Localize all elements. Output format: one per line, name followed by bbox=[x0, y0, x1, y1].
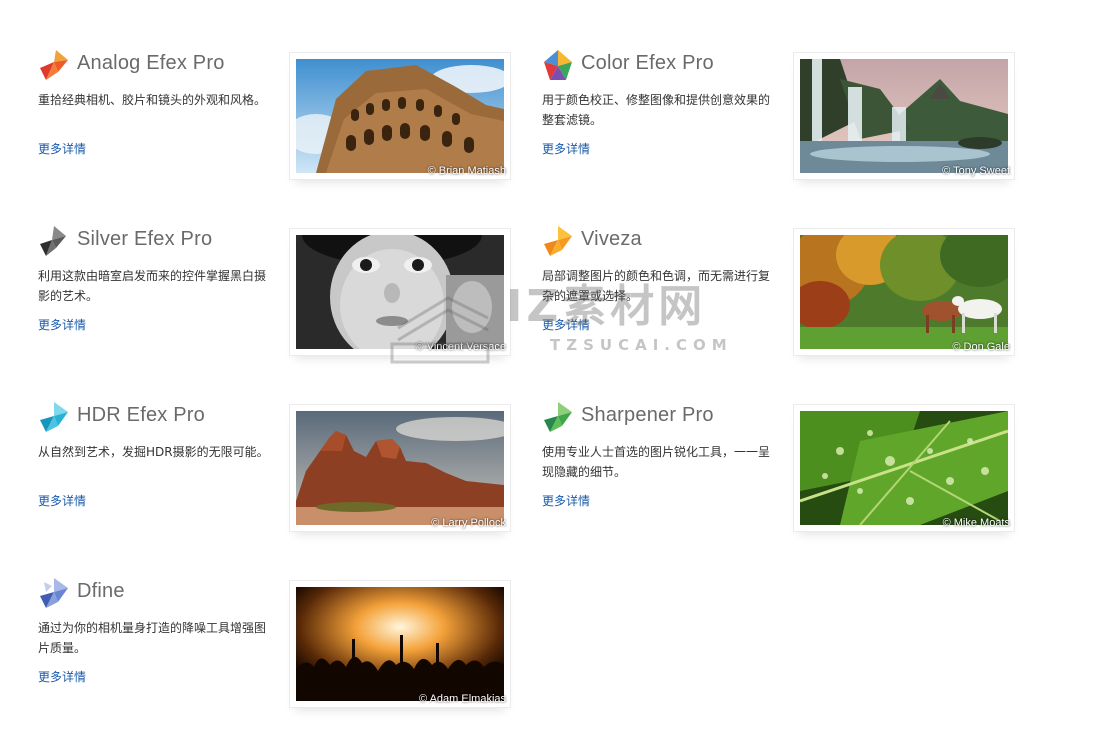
watermark-url: TZSUCAI.COM bbox=[550, 336, 733, 354]
product-photo-frame[interactable]: © Mike Moats bbox=[793, 404, 1015, 532]
product-title: Dfine bbox=[77, 580, 125, 602]
product-photo-frame[interactable]: © Larry Pollock bbox=[289, 404, 511, 532]
photo-credit: © Larry Pollock bbox=[431, 517, 506, 529]
product-title: Sharpener Pro bbox=[581, 404, 714, 426]
photo-credit: © Brian Matiash bbox=[427, 165, 506, 177]
more-details-link[interactable]: 更多详情 bbox=[38, 492, 86, 509]
more-details-link[interactable]: 更多详情 bbox=[542, 140, 590, 157]
product-description: 通过为你的相机量身打造的降噪工具增强图片质量。 bbox=[38, 621, 267, 655]
product-photo-frame[interactable]: © Tony Sweet bbox=[793, 52, 1015, 180]
colosseum-photo bbox=[296, 59, 504, 173]
photo-credit: © Don Gale bbox=[952, 341, 1010, 353]
product-title: Color Efex Pro bbox=[581, 52, 714, 74]
horses-autumn-photo bbox=[800, 235, 1008, 349]
boy-portrait-photo bbox=[296, 235, 504, 349]
more-details-link[interactable]: 更多详情 bbox=[38, 316, 86, 333]
dfine-logo-icon bbox=[40, 578, 68, 608]
viveza-logo-icon bbox=[544, 226, 572, 256]
product-title: Analog Efex Pro bbox=[77, 52, 225, 74]
product-description: 用于颜色校正、修整图像和提供创意效果的整套滤镜。 bbox=[542, 93, 771, 127]
product-description: 利用这款由暗室启发而来的控件掌握黑白摄影的艺术。 bbox=[38, 269, 267, 303]
product-photo-frame[interactable]: © Brian Matiash bbox=[289, 52, 511, 180]
product-description: 从自然到艺术，发掘HDR摄影的无限可能。 bbox=[38, 445, 269, 459]
silver-efex-logo-icon bbox=[40, 226, 66, 256]
concert-crowd-photo bbox=[296, 587, 504, 701]
product-title: HDR Efex Pro bbox=[77, 404, 205, 426]
analog-efex-logo-icon bbox=[40, 50, 68, 80]
more-details-link[interactable]: 更多详情 bbox=[38, 668, 86, 685]
product-photo-frame[interactable]: © Don Gale bbox=[793, 228, 1015, 356]
photo-credit: © Tony Sweet bbox=[942, 165, 1010, 177]
waterfall-photo bbox=[800, 59, 1008, 173]
product-description: 局部调整图片的颜色和色调，而无需进行复杂的遮罩或选择。 bbox=[542, 269, 771, 303]
product-title: Viveza bbox=[581, 228, 642, 250]
product-description: 重拾经典相机、胶片和镜头的外观和风格。 bbox=[38, 93, 267, 107]
more-details-link[interactable]: 更多详情 bbox=[38, 140, 86, 157]
sharpener-pro-logo-icon bbox=[544, 402, 572, 432]
photo-credit: © Adam Elmakias bbox=[419, 693, 506, 705]
color-efex-logo-icon bbox=[544, 50, 572, 80]
photo-credit: © Vincent Versace bbox=[415, 341, 506, 353]
product-title: Silver Efex Pro bbox=[77, 228, 213, 250]
product-photo-frame[interactable]: © Adam Elmakias bbox=[289, 580, 511, 708]
hdr-efex-logo-icon bbox=[40, 402, 68, 432]
photo-credit: © Mike Moats bbox=[942, 517, 1010, 529]
more-details-link[interactable]: 更多详情 bbox=[542, 492, 590, 509]
red-rock-photo bbox=[296, 411, 504, 525]
product-description: 使用专业人士首选的图片锐化工具，一一呈现隐藏的细节。 bbox=[542, 445, 771, 479]
more-details-link[interactable]: 更多详情 bbox=[542, 316, 590, 333]
green-leaf-photo bbox=[800, 411, 1008, 525]
product-photo-frame[interactable]: © Vincent Versace bbox=[289, 228, 511, 356]
